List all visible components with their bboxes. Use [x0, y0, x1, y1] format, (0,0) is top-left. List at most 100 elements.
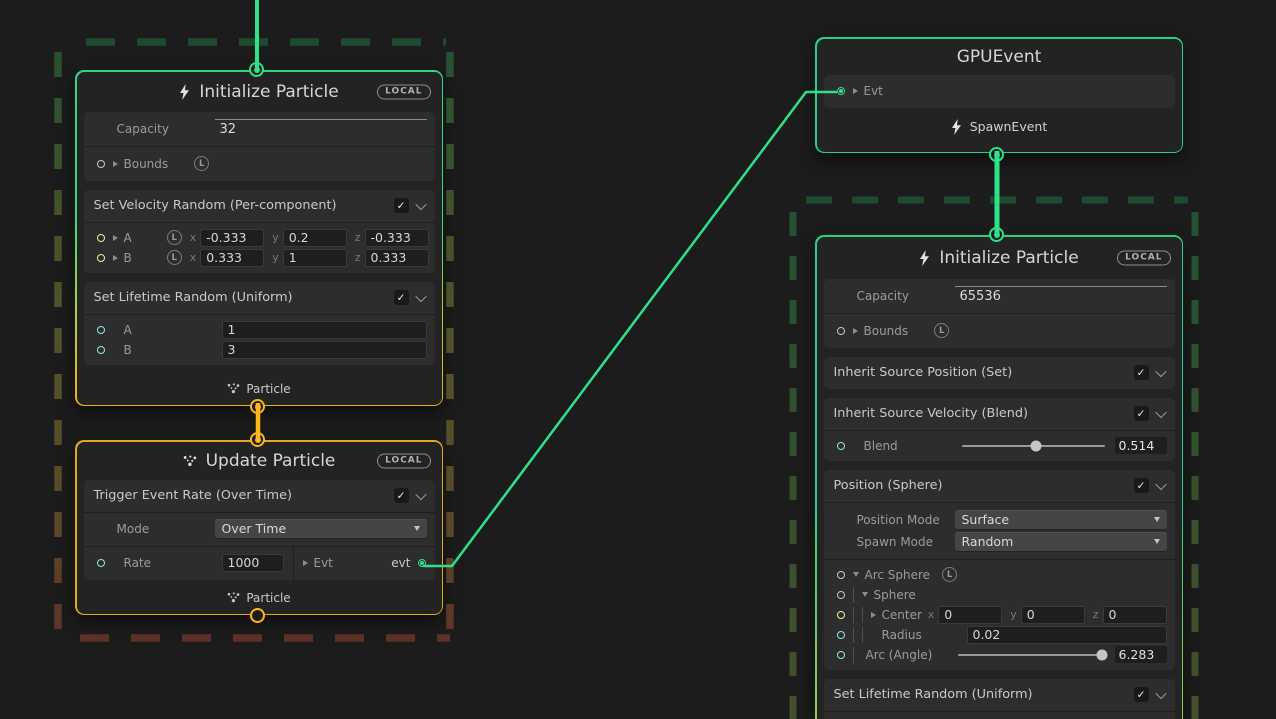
chevron-down-icon[interactable]	[415, 488, 426, 499]
arc-angle-slider-handle[interactable]	[1096, 649, 1107, 660]
chevron-down-icon[interactable]	[1155, 406, 1166, 417]
capacity-field[interactable]: 32	[215, 119, 427, 139]
spawn-mode-dropdown[interactable]: Random	[955, 532, 1167, 552]
local-space-icon[interactable]: L	[167, 250, 182, 265]
chevron-down-icon[interactable]	[415, 198, 426, 209]
local-space-icon[interactable]: L	[934, 323, 949, 338]
flow-input-port[interactable]	[989, 227, 1004, 242]
expander-arrow-icon[interactable]	[113, 235, 118, 241]
chevron-down-icon[interactable]	[1155, 687, 1166, 698]
expander-arrow-icon[interactable]	[853, 88, 858, 94]
node-initialize-particle-right[interactable]: Initialize Particle LOCAL Capacity 65536…	[815, 235, 1183, 719]
chevron-down-icon[interactable]	[1155, 365, 1166, 376]
block-header[interactable]: Set Lifetime Random (Uniform) ✓	[84, 282, 435, 314]
a-field[interactable]: 1	[222, 321, 427, 339]
block-set-lifetime-random[interactable]: Set Lifetime Random (Uniform) ✓	[824, 679, 1175, 719]
block-enabled-checkbox[interactable]: ✓	[1134, 687, 1149, 702]
capacity-field[interactable]: 65536	[955, 286, 1167, 306]
b-z-field[interactable]: 0.333	[365, 249, 429, 267]
expander-arrow-icon[interactable]	[113, 255, 118, 261]
radius-field[interactable]: 0.02	[967, 626, 1167, 644]
local-space-icon[interactable]: L	[167, 230, 182, 245]
block-header[interactable]: Set Lifetime Random (Uniform) ✓	[824, 679, 1175, 711]
block-enabled-checkbox[interactable]: ✓	[1134, 365, 1149, 380]
node-update-particle[interactable]: Update Particle LOCAL Trigger Event Rate…	[75, 440, 443, 615]
evt-input-port[interactable]	[837, 87, 845, 95]
block-inherit-source-velocity[interactable]: Inherit Source Velocity (Blend) ✓ Blend …	[824, 398, 1175, 461]
flow-output-port[interactable]	[250, 399, 265, 414]
a-port[interactable]	[97, 234, 105, 242]
block-position-sphere[interactable]: Position (Sphere) ✓ Position Mode Surfac…	[824, 470, 1175, 670]
block-header[interactable]: Inherit Source Position (Set) ✓	[824, 357, 1175, 389]
block-header[interactable]: Position (Sphere) ✓	[824, 470, 1175, 502]
arc-angle-value-field[interactable]: 6.283	[1115, 646, 1167, 663]
center-x-field[interactable]: 0	[938, 606, 1002, 624]
sphere-port[interactable]	[837, 591, 845, 599]
a-port[interactable]	[97, 326, 105, 334]
center-port[interactable]	[837, 611, 845, 619]
edge-evt-to-gpuevent[interactable]	[424, 92, 836, 566]
expander-arrow-icon[interactable]	[853, 328, 858, 334]
arc-angle-slider[interactable]	[958, 654, 1105, 656]
block-inherit-source-position[interactable]: Inherit Source Position (Set) ✓	[824, 357, 1175, 389]
b-port[interactable]	[97, 254, 105, 262]
vfx-graph-canvas[interactable]: Initialize Particle LOCAL Capacity 32 Bo…	[0, 0, 1276, 719]
block-enabled-checkbox[interactable]: ✓	[394, 290, 409, 305]
a-y-field[interactable]: 0.2	[283, 229, 347, 247]
rate-port[interactable]	[97, 559, 105, 567]
blend-slider[interactable]	[962, 445, 1105, 447]
a-z-field[interactable]: -0.333	[365, 229, 429, 247]
node-title-bar[interactable]: Initialize Particle LOCAL	[77, 72, 442, 112]
blend-value-field[interactable]: 0.514	[1115, 437, 1167, 454]
local-space-icon[interactable]: L	[942, 567, 957, 582]
block-enabled-checkbox[interactable]: ✓	[1134, 478, 1149, 493]
block-set-lifetime-random[interactable]: Set Lifetime Random (Uniform) ✓ A 1 B 3	[84, 282, 435, 365]
node-initialize-particle-left[interactable]: Initialize Particle LOCAL Capacity 32 Bo…	[75, 70, 443, 406]
flow-input-port[interactable]	[249, 62, 264, 77]
flow-input-port[interactable]	[250, 432, 265, 447]
bounds-port[interactable]	[97, 160, 105, 168]
block-header[interactable]: Trigger Event Rate (Over Time) ✓	[84, 480, 435, 512]
expander-arrow-icon[interactable]	[871, 612, 876, 618]
arc-angle-port[interactable]	[837, 651, 845, 659]
b-field[interactable]: 3	[222, 341, 427, 359]
position-mode-dropdown[interactable]: Surface	[955, 510, 1167, 530]
block-header[interactable]: Set Velocity Random (Per-component) ✓	[84, 190, 435, 222]
arc-sphere-port[interactable]	[837, 571, 845, 579]
block-header[interactable]: Inherit Source Velocity (Blend) ✓	[824, 398, 1175, 430]
flow-output-port[interactable]	[989, 147, 1004, 162]
expander-arrow-icon[interactable]	[113, 161, 118, 167]
foldout-open-icon[interactable]	[862, 592, 868, 597]
block-set-velocity-random[interactable]: Set Velocity Random (Per-component) ✓ A …	[84, 190, 435, 273]
flow-output-port[interactable]	[250, 608, 265, 623]
b-port[interactable]	[97, 346, 105, 354]
center-z-field[interactable]: 0	[1103, 606, 1167, 624]
z-axis-label: z	[355, 251, 361, 264]
b-x-field[interactable]: 0.333	[200, 249, 264, 267]
block-enabled-checkbox[interactable]: ✓	[1134, 406, 1149, 421]
blend-port[interactable]	[837, 442, 845, 450]
node-title-bar[interactable]: Update Particle LOCAL	[77, 442, 442, 480]
expander-arrow-icon[interactable]	[303, 560, 308, 566]
block-enabled-checkbox[interactable]: ✓	[394, 198, 409, 213]
b-y-field[interactable]: 1	[283, 249, 347, 267]
radius-port[interactable]	[837, 631, 845, 639]
center-y-field[interactable]: 0	[1021, 606, 1085, 624]
node-title-bar[interactable]: Initialize Particle LOCAL	[817, 237, 1182, 279]
block-enabled-checkbox[interactable]: ✓	[394, 488, 409, 503]
evt-output-port[interactable]	[418, 559, 426, 567]
evt-output-label: evt	[391, 556, 410, 570]
a-x-field[interactable]: -0.333	[200, 229, 264, 247]
blend-slider-handle[interactable]	[1030, 440, 1041, 451]
node-title-bar[interactable]: GPUEvent	[817, 39, 1182, 75]
rate-field[interactable]: 1000	[222, 554, 284, 572]
chevron-down-icon[interactable]	[415, 290, 426, 301]
local-space-icon[interactable]: L	[194, 156, 209, 171]
capacity-row: Capacity 32	[84, 112, 435, 146]
node-gpuevent[interactable]: GPUEvent Evt SpawnEvent	[815, 37, 1183, 153]
block-trigger-event-rate[interactable]: Trigger Event Rate (Over Time) ✓ Mode Ov…	[84, 480, 435, 580]
mode-dropdown[interactable]: Over Time	[215, 519, 427, 539]
chevron-down-icon[interactable]	[1155, 478, 1166, 489]
bounds-port[interactable]	[837, 327, 845, 335]
foldout-open-icon[interactable]	[853, 572, 859, 577]
